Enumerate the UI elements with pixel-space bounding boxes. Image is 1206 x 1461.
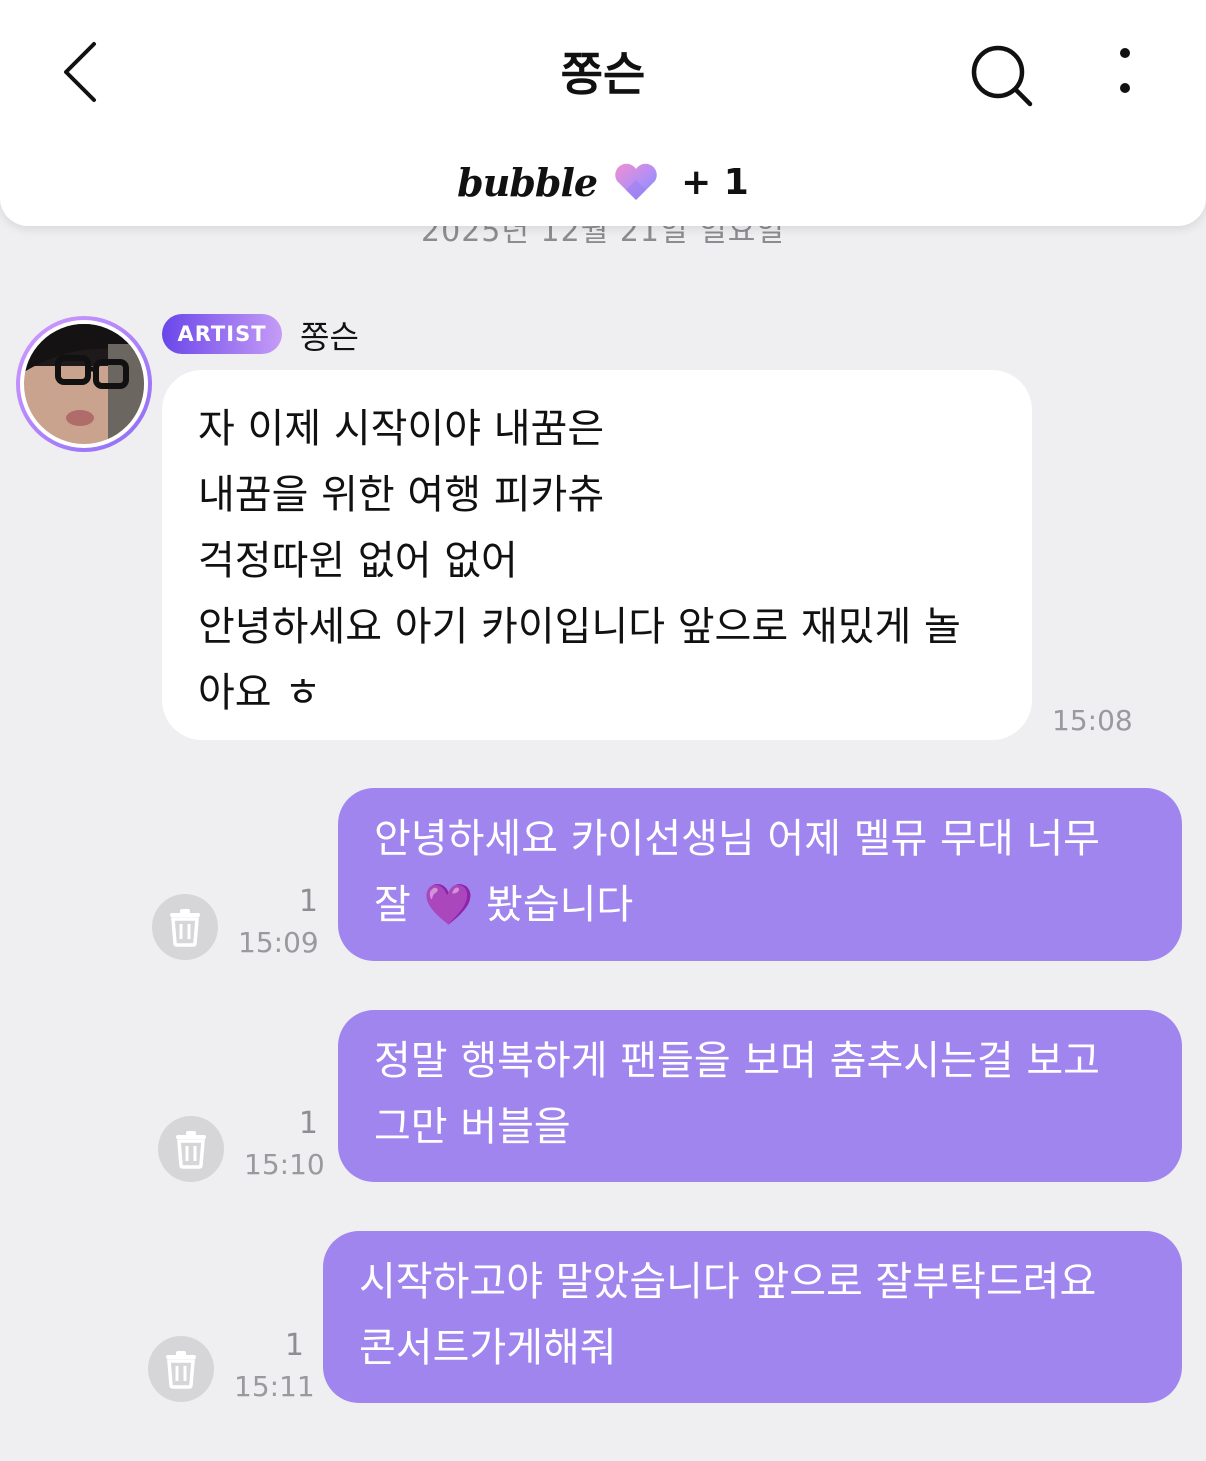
- trash-icon: [170, 909, 200, 947]
- trash-icon: [176, 1131, 206, 1169]
- search-button[interactable]: [962, 40, 1042, 112]
- outgoing-message-bubble[interactable]: 정말 행복하게 팬들을 보며 춤추시는걸 보고 그만 버블을: [338, 1010, 1182, 1182]
- artist-avatar[interactable]: [16, 316, 152, 452]
- delete-message-button[interactable]: [158, 1116, 224, 1182]
- bubble-logo-text: bubble: [457, 159, 598, 205]
- outgoing-message-bubble[interactable]: 안녕하세요 카이선생님 어제 멜뮤 무대 너무 잘 💜 봤습니다: [338, 788, 1182, 961]
- sender-name: 쫑슨: [300, 318, 359, 356]
- message-line: 안녕하세요 카이선생님 어제 멜뮤 무대 너무: [374, 816, 1100, 862]
- message-time: 15:08: [1052, 704, 1133, 737]
- trash-icon: [166, 1351, 196, 1389]
- heart-icon: [615, 163, 657, 200]
- message-time: 15:09: [238, 926, 319, 959]
- message-line: 그만 버블을: [374, 1104, 571, 1150]
- message-line: 걱정따윈 없어 없어: [198, 538, 518, 584]
- message-line: 내꿈을 위한 여행 피카츄: [198, 472, 605, 518]
- message-line: 잘 💜 봤습니다: [374, 882, 634, 928]
- message-time: 15:10: [244, 1148, 325, 1181]
- artist-badge: ARTIST: [162, 314, 282, 354]
- message-time: 15:11: [234, 1370, 315, 1403]
- message-line: 안녕하세요 아기 카이입니다 앞으로 재밌게 놀: [198, 604, 961, 650]
- more-options-button[interactable]: [1104, 42, 1146, 102]
- more-vertical-icon: [1120, 48, 1130, 93]
- delete-message-button[interactable]: [148, 1336, 214, 1402]
- message-line: 시작하고야 말았습니다 앞으로 잘부탁드려요: [359, 1259, 1097, 1305]
- message-line: 정말 행복하게 팬들을 보며 춤추시는걸 보고: [374, 1038, 1100, 1084]
- message-line: 아요 ㅎ: [198, 670, 322, 716]
- message-line: 콘서트가게해줘: [359, 1325, 617, 1371]
- bubble-brand-row: bubble + 1: [0, 154, 1206, 210]
- incoming-message-bubble[interactable]: 자 이제 시작이야 내꿈은 내꿈을 위한 여행 피카츄 걱정따윈 없어 없어 안…: [162, 370, 1032, 740]
- read-count: 1: [298, 884, 318, 919]
- read-count: 1: [284, 1328, 304, 1363]
- delete-message-button[interactable]: [152, 894, 218, 960]
- search-icon: [971, 45, 1033, 107]
- outgoing-message-bubble[interactable]: 시작하고야 말았습니다 앞으로 잘부탁드려요 콘서트가게해줘: [323, 1231, 1182, 1403]
- read-count: 1: [298, 1106, 318, 1141]
- message-line: 자 이제 시작이야 내꿈은: [198, 406, 605, 452]
- avatar-photo: [24, 324, 144, 444]
- participant-count: + 1: [681, 161, 749, 203]
- chat-header: 쫑슨 bubble + 1: [0, 0, 1206, 226]
